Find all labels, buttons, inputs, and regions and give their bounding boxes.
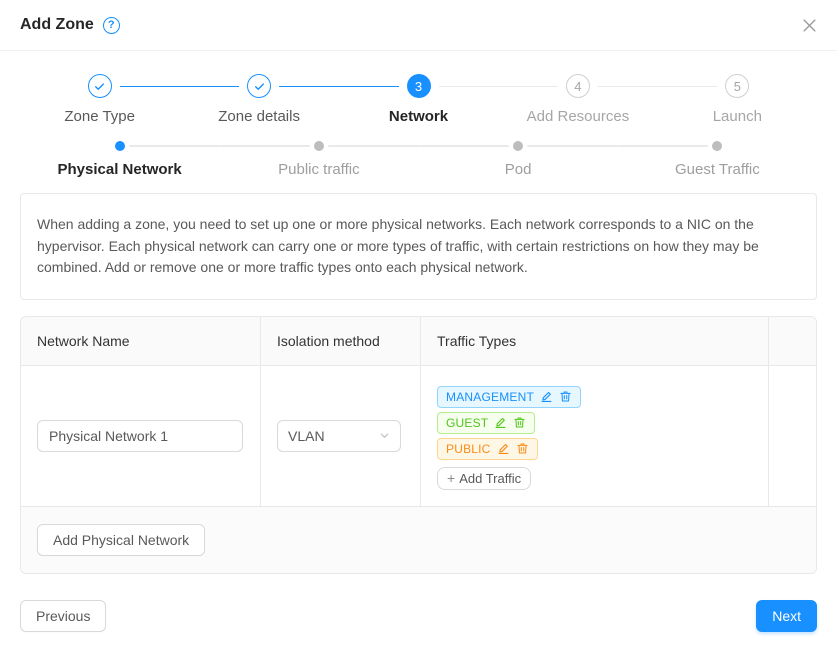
table-row: VLAN MANAGEMENT GUEST: [21, 366, 816, 506]
edit-icon[interactable]: [497, 442, 510, 455]
wizard-step-label: Zone details: [179, 108, 338, 125]
check-icon: [93, 80, 106, 93]
wizard-step: 3 Network: [339, 73, 498, 125]
wizard-step-label: Launch: [658, 108, 817, 125]
table-footer: Add Physical Network: [21, 506, 816, 573]
step-connector-line: [179, 86, 239, 87]
wizard-step-label: Network: [339, 108, 498, 125]
substep-dot-icon: [314, 141, 324, 151]
wizard-footer: Previous Next: [20, 600, 817, 632]
table-header-row: Network Name Isolation method Traffic Ty…: [21, 317, 816, 366]
network-substep: Public traffic: [219, 141, 418, 178]
step-number: 3: [415, 79, 422, 94]
previous-button[interactable]: Previous: [20, 600, 106, 632]
check-icon: [253, 80, 266, 93]
step-circle: 2: [247, 74, 271, 98]
wizard-steps: 1 Zone Type 2 Zone details 3 Network: [20, 51, 817, 125]
step-connector-line: [658, 86, 718, 87]
network-substep: Physical Network: [20, 141, 219, 178]
delete-icon[interactable]: [513, 416, 526, 429]
step-number: 4: [574, 79, 581, 94]
step-circle: 4: [566, 74, 590, 98]
traffic-type-tag: GUEST: [437, 412, 535, 434]
delete-icon[interactable]: [516, 442, 529, 455]
isolation-method-select[interactable]: VLAN: [277, 420, 401, 452]
close-icon[interactable]: [802, 18, 817, 33]
network-substep-label: Physical Network: [20, 161, 219, 178]
column-header-isolation-method: Isolation method: [260, 317, 420, 365]
edit-icon[interactable]: [540, 390, 553, 403]
step-connector-line: [439, 86, 499, 87]
step-circle: 5: [725, 74, 749, 98]
network-substep-label: Public traffic: [219, 161, 418, 178]
substep-connector-line: [527, 145, 618, 147]
column-header-traffic-types: Traffic Types: [420, 317, 768, 365]
wizard-step: 2 Zone details: [179, 73, 338, 125]
network-substep: Pod: [419, 141, 618, 178]
network-name-cell: [21, 366, 260, 506]
step-connector-line: [120, 86, 180, 87]
add-traffic-label: Add Traffic: [459, 471, 521, 486]
step-connector-line: [279, 86, 339, 87]
step-connector-line: [598, 86, 658, 87]
add-zone-modal: Add Zone ? 1 Zone Type 2 Zone details: [0, 0, 837, 649]
wizard-step: 1 Zone Type: [20, 73, 179, 125]
add-traffic-button[interactable]: + Add Traffic: [437, 467, 531, 490]
network-substep-label: Guest Traffic: [618, 161, 817, 178]
traffic-type-label: PUBLIC: [446, 442, 491, 456]
substep-connector-line: [328, 145, 419, 147]
physical-network-table: Network Name Isolation method Traffic Ty…: [20, 316, 817, 574]
step-connector-line: [339, 86, 399, 87]
step-circle: 3: [407, 74, 431, 98]
column-header-network-name: Network Name: [21, 317, 260, 365]
traffic-type-label: MANAGEMENT: [446, 390, 534, 404]
wizard-step: 5 Launch: [658, 73, 817, 125]
network-substep: Guest Traffic: [618, 141, 817, 178]
substep-dot-icon: [712, 141, 722, 151]
footer-spacer: [106, 600, 756, 632]
substep-connector-line: [219, 145, 310, 147]
step-number: 5: [734, 79, 741, 94]
network-substep-label: Pod: [419, 161, 618, 178]
network-name-input[interactable]: [37, 420, 243, 452]
traffic-type-tag: PUBLIC: [437, 438, 538, 460]
step-circle: 1: [88, 74, 112, 98]
isolation-method-cell: VLAN: [260, 366, 420, 506]
column-header-actions: [768, 317, 816, 365]
substep-dot-icon: [513, 141, 523, 151]
wizard-step-label: Zone Type: [20, 108, 179, 125]
substep-dot-icon: [115, 141, 125, 151]
step-connector-line: [498, 86, 558, 87]
traffic-type-label: GUEST: [446, 416, 488, 430]
substep-connector-line: [419, 145, 510, 147]
next-button[interactable]: Next: [756, 600, 817, 632]
network-substeps: Physical Network Public traffic Pod Gues…: [20, 141, 817, 178]
plus-icon: +: [447, 470, 455, 486]
traffic-type-tag: MANAGEMENT: [437, 386, 581, 408]
delete-icon[interactable]: [559, 390, 572, 403]
info-box: When adding a zone, you need to set up o…: [20, 193, 817, 300]
edit-icon[interactable]: [494, 416, 507, 429]
traffic-types-cell: MANAGEMENT GUEST PUBLIC + Add Traffic: [420, 366, 768, 506]
row-actions-cell: [768, 366, 816, 506]
modal-title: Add Zone: [20, 16, 94, 34]
chevron-down-icon: [379, 430, 390, 441]
help-icon[interactable]: ?: [103, 17, 120, 34]
substep-connector-line: [129, 145, 220, 147]
isolation-method-value: VLAN: [288, 428, 325, 444]
wizard-step: 4 Add Resources: [498, 73, 657, 125]
info-text: When adding a zone, you need to set up o…: [37, 216, 759, 275]
wizard-step-label: Add Resources: [498, 108, 657, 125]
substep-connector-line: [618, 145, 709, 147]
add-physical-network-button[interactable]: Add Physical Network: [37, 524, 205, 556]
modal-header: Add Zone ?: [0, 0, 837, 51]
